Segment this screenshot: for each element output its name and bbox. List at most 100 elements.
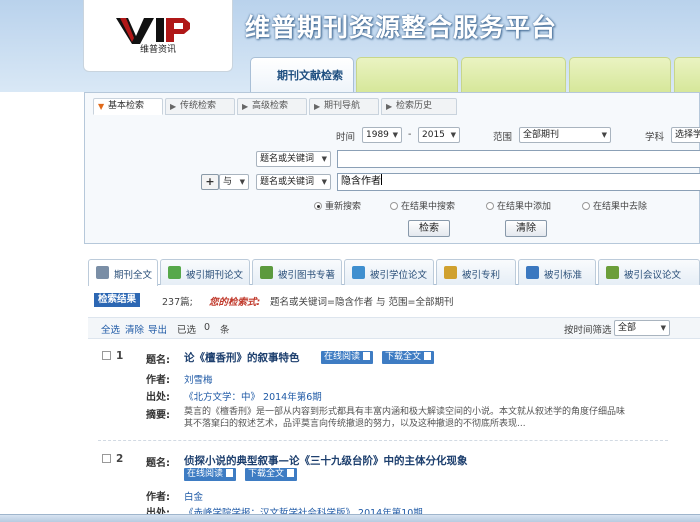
read-online-button[interactable]: 在线阅读 bbox=[184, 468, 237, 481]
standard-icon bbox=[526, 266, 539, 279]
tab-cited-conference[interactable]: 被引会议论文 bbox=[598, 259, 700, 285]
caret-down-icon: ▼ bbox=[321, 155, 327, 163]
logo[interactable]: 维普资讯 bbox=[83, 0, 233, 72]
download-icon bbox=[424, 352, 432, 360]
caret-down-icon: ▼ bbox=[239, 178, 245, 186]
tab-4[interactable] bbox=[569, 57, 671, 92]
selected-label: 已选 bbox=[177, 325, 197, 336]
condition-label: 您的检索式: bbox=[209, 297, 261, 308]
result-count: 237篇; bbox=[162, 297, 193, 308]
selected-count: 0 bbox=[204, 322, 211, 333]
logic-select[interactable]: 与 ▼ bbox=[219, 174, 249, 190]
search-panel: ▼ 基本检索 ▶ 传统检索 ▶ 高级检索 ▶ 期刊导航 ▶ 检索历史 时间 1989 ▼ -… bbox=[84, 92, 700, 244]
caret-down-icon: ▼ bbox=[601, 131, 607, 139]
field2-select[interactable]: 题名或关键词 ▼ bbox=[256, 174, 331, 190]
download-icon bbox=[287, 469, 295, 477]
result-1-source[interactable]: 《北方文学：中》 2014年第6期 bbox=[184, 389, 322, 403]
export-link[interactable]: 导出 bbox=[148, 322, 167, 336]
radio-remove-from-results[interactable]: 在结果中去除 bbox=[582, 199, 647, 212]
document-icon bbox=[96, 266, 109, 279]
tab-cited-standards[interactable]: 被引标准 bbox=[518, 259, 596, 285]
tab-3[interactable] bbox=[461, 57, 566, 92]
caret-down-icon: ▼ bbox=[392, 131, 398, 139]
document-icon bbox=[363, 352, 371, 360]
author-label: 作者: bbox=[146, 375, 170, 386]
triangle-right-icon: ▶ bbox=[386, 102, 393, 111]
radio-add-to-results[interactable]: 在结果中添加 bbox=[486, 199, 551, 212]
caret-down-icon: ▼ bbox=[321, 178, 327, 186]
title-label: 题名: bbox=[146, 355, 170, 366]
logo-subtitle: 维普资讯 bbox=[140, 45, 177, 55]
radio-dot bbox=[390, 202, 398, 210]
patent-icon bbox=[444, 266, 457, 279]
range-select[interactable]: 全部期刊 ▼ bbox=[519, 127, 611, 143]
site-title: 维普期刊资源整合服务平台 bbox=[245, 13, 558, 42]
tab-cited-theses[interactable]: 被引学位论文 bbox=[344, 259, 434, 285]
tab-cited-books[interactable]: 被引图书专著 bbox=[252, 259, 342, 285]
search-condition: 题名或关键词=隐含作者 与 范围=全部期刊 bbox=[270, 297, 454, 308]
read-online-button[interactable]: 在线阅读 bbox=[321, 351, 374, 364]
abstract-line: 其不落窠臼的叙述艺术，品评莫言向传统撤退的努力，以及这种撤退的不彻底所表现... bbox=[184, 419, 526, 429]
page-root: 维普资讯 维普期刊资源整合服务平台 期刊文献检索 ▼ 基本检索 ▶ 传统检索 ▶ 高级… bbox=[0, 0, 700, 522]
subtab-journal-nav[interactable]: ▶ 期刊导航 bbox=[309, 98, 379, 115]
search-button[interactable]: 检索 bbox=[408, 220, 450, 237]
tab-2[interactable] bbox=[356, 57, 458, 92]
caret-down-icon: ▼ bbox=[660, 324, 666, 332]
year-to-select[interactable]: 2015 ▼ bbox=[418, 127, 460, 143]
checkbox[interactable] bbox=[102, 454, 111, 463]
result-divider bbox=[98, 440, 668, 441]
abstract-label: 摘要: bbox=[146, 410, 170, 421]
site-header: 维普资讯 维普期刊资源整合服务平台 期刊文献检索 bbox=[0, 0, 700, 92]
time-filter-select[interactable]: 全部 ▼ bbox=[614, 320, 670, 336]
result-1-title[interactable]: 论《檀香刑》的叙事特色 bbox=[184, 350, 300, 365]
year-dash: - bbox=[408, 129, 412, 140]
subtab-basic[interactable]: ▼ 基本检索 bbox=[93, 98, 163, 115]
tab-journal-search[interactable]: 期刊文献检索 bbox=[250, 57, 354, 92]
checkbox[interactable] bbox=[102, 351, 111, 360]
add-condition-button[interactable]: + bbox=[201, 174, 219, 190]
taskbar bbox=[0, 514, 700, 522]
document-icon bbox=[226, 469, 234, 477]
book-icon bbox=[260, 266, 273, 279]
triangle-down-icon: ▼ bbox=[98, 102, 105, 111]
triangle-right-icon: ▶ bbox=[170, 102, 177, 111]
result-1-number: 1 bbox=[102, 350, 123, 362]
download-button[interactable]: 下载全文 bbox=[382, 351, 435, 364]
radio-new-search[interactable]: 重新搜索 bbox=[314, 199, 361, 212]
result-summary: 检索结果 237篇; 您的检索式: 题名或关键词=隐含作者 与 范围=全部期刊 bbox=[94, 293, 700, 309]
caret-down-icon: ▼ bbox=[450, 131, 456, 139]
tab-full-text[interactable]: 期刊全文 bbox=[88, 259, 158, 286]
triangle-right-icon: ▶ bbox=[242, 102, 249, 111]
subtab-traditional[interactable]: ▶ 传统检索 bbox=[165, 98, 235, 115]
result-2-title[interactable]: 侦探小说的典型叙事—论《三十九级台阶》中的主体分化现象 bbox=[184, 453, 468, 468]
results-badge: 检索结果 bbox=[94, 293, 141, 307]
title-label: 题名: bbox=[146, 458, 170, 469]
clear-button[interactable]: 清除 bbox=[505, 220, 547, 237]
clear-link[interactable]: 清除 bbox=[125, 322, 144, 336]
tab-label: 期刊文献检索 bbox=[277, 69, 343, 82]
year-from-select[interactable]: 1989 ▼ bbox=[362, 127, 402, 143]
result-1-author[interactable]: 刘雪梅 bbox=[184, 372, 213, 386]
tab-cited-journals[interactable]: 被引期刊论文 bbox=[160, 259, 250, 285]
radio-dot bbox=[486, 202, 494, 210]
tab-cited-patents[interactable]: 被引专利 bbox=[436, 259, 516, 285]
subject-select[interactable]: 选择学 bbox=[671, 127, 700, 143]
result-2-number: 2 bbox=[102, 453, 123, 465]
radio-dot bbox=[314, 202, 322, 210]
radio-search-in-results[interactable]: 在结果中搜索 bbox=[390, 199, 455, 212]
cited-journal-icon bbox=[168, 266, 181, 279]
subtab-history[interactable]: ▶ 检索历史 bbox=[381, 98, 457, 115]
result-2-author[interactable]: 白金 bbox=[184, 489, 203, 503]
top-tabs: 期刊文献检索 bbox=[250, 57, 700, 92]
field1-select[interactable]: 题名或关键词 ▼ bbox=[256, 151, 331, 167]
results-toolbar: 全选 清除 导出 已选 0 条 按时间筛选 全部 ▼ bbox=[88, 317, 700, 339]
result-1-abstract: 莫言的《檀香刑》是一部从内容到形式都具有丰富内涵和极大解读空间的小说。本文就从叙… bbox=[184, 406, 664, 430]
subtab-advanced[interactable]: ▶ 高级检索 bbox=[237, 98, 307, 115]
search-input-2[interactable]: 隐含作者 bbox=[337, 173, 700, 191]
select-all-link[interactable]: 全选 bbox=[101, 322, 120, 336]
download-button[interactable]: 下载全文 bbox=[245, 468, 298, 481]
tab-5[interactable] bbox=[674, 57, 700, 92]
search-input-1[interactable] bbox=[337, 150, 700, 168]
filter-label: 按时间筛选 bbox=[564, 325, 612, 336]
triangle-right-icon: ▶ bbox=[314, 102, 321, 111]
